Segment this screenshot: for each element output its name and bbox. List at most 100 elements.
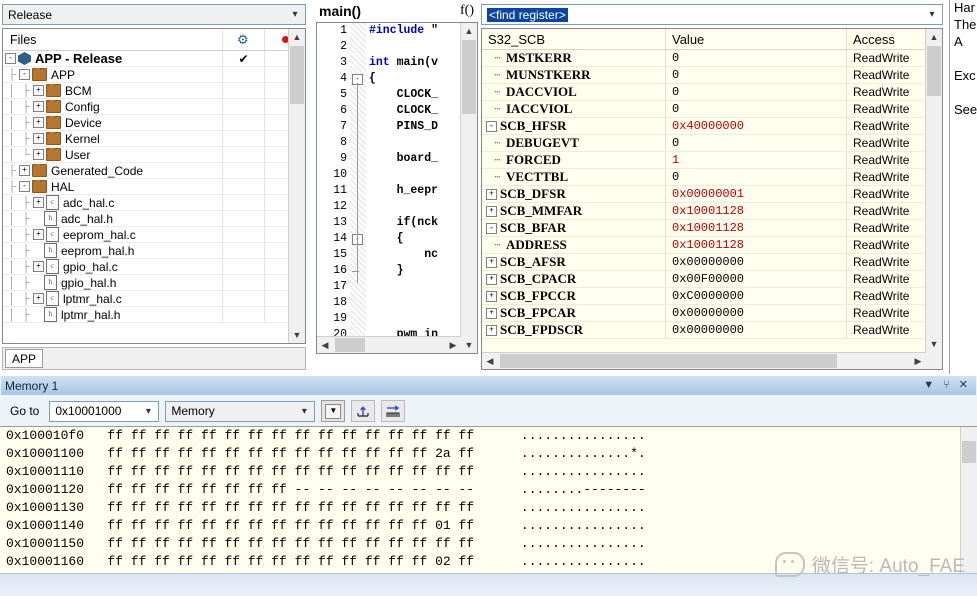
tree-item-build-cell[interactable] (222, 131, 264, 146)
register-row[interactable]: +SCB_AFSR0x00000000ReadWrite (482, 254, 942, 271)
memory-bytes[interactable]: ff ff ff ff ff ff ff ff ff ff ff ff ff f… (107, 500, 520, 515)
tree-item-eeprom-hal-c[interactable]: │├+ceeprom_hal.c (3, 227, 305, 243)
register-value-cell[interactable]: 0x40000000 (665, 118, 846, 134)
tree-item-build-cell[interactable] (222, 243, 264, 258)
register-find-input[interactable]: <find register> (487, 8, 924, 22)
code-line[interactable] (369, 135, 461, 151)
expand-toggle-icon[interactable]: + (486, 274, 497, 285)
expand-toggle-icon[interactable]: + (486, 308, 497, 319)
expand-toggle-icon[interactable]: + (486, 291, 497, 302)
tree-item-app[interactable]: ├-APP (3, 67, 305, 83)
expand-toggle-icon[interactable]: + (33, 229, 44, 240)
scroll-up-icon[interactable]: ▲ (926, 29, 942, 45)
register-value-cell[interactable]: 0 (665, 169, 846, 185)
register-value-cell[interactable]: 0x00000000 (665, 322, 846, 338)
goto-address-value[interactable]: 0x10001000 (55, 404, 140, 418)
code-line[interactable] (369, 167, 461, 183)
tree-item-kernel[interactable]: │├+Kernel (3, 131, 305, 147)
register-value-cell[interactable]: 0x10001128 (665, 203, 846, 219)
collapse-toggle-icon[interactable]: - (5, 53, 16, 64)
source-code-text[interactable]: #include "int main(v{ CLOCK_ CLOCK_ PINS… (369, 23, 461, 353)
register-value-cell[interactable]: 0 (665, 84, 846, 100)
set-value-icon[interactable] (351, 400, 375, 422)
tree-item-gpio-hal-h[interactable]: │├hgpio_hal.h (3, 275, 305, 291)
memory-row[interactable]: 0x10001120 ff ff ff ff ff ff ff ff -- --… (0, 481, 977, 499)
tree-item-build-cell[interactable] (222, 147, 264, 162)
memory-hex-view[interactable]: 0x100010f0 ff ff ff ff ff ff ff ff ff ff… (0, 426, 977, 575)
tree-item-gpio-hal-c[interactable]: │├+cgpio_hal.c (3, 259, 305, 275)
memory-row[interactable]: 0x10001160 ff ff ff ff ff ff ff ff ff ff… (0, 553, 977, 571)
tree-item-device[interactable]: │├+Device (3, 115, 305, 131)
tree-item-adc-hal-c[interactable]: │├+cadc_hal.c (3, 195, 305, 211)
memory-bytes[interactable]: ff ff ff ff ff ff ff ff -- -- -- -- -- -… (107, 482, 520, 497)
code-line[interactable] (369, 39, 461, 55)
code-line[interactable] (369, 199, 461, 215)
fill-icon[interactable] (381, 400, 405, 422)
memory-bytes[interactable]: ff ff ff ff ff ff ff ff ff ff ff ff ff f… (107, 536, 520, 551)
memory-bytes[interactable]: ff ff ff ff ff ff ff ff ff ff ff ff ff f… (107, 428, 520, 443)
tree-item-eeprom-hal-h[interactable]: │├heeprom_hal.h (3, 243, 305, 259)
register-find-combo[interactable]: <find register> ▾ (481, 4, 943, 25)
code-line[interactable]: h_eepr (369, 183, 461, 199)
register-row[interactable]: ···ADDRESS0x10001128ReadWrite (482, 237, 942, 254)
editor-vertical-scrollbar[interactable]: ▲ ▼ (460, 23, 477, 353)
tree-item-build-cell[interactable] (222, 83, 264, 98)
collapse-toggle-icon[interactable]: - (486, 121, 497, 132)
expand-toggle-icon[interactable]: + (486, 325, 497, 336)
tree-item-adc-hal-h[interactable]: │├hadc_hal.h (3, 211, 305, 227)
expand-toggle-icon[interactable]: + (33, 149, 44, 160)
register-row[interactable]: +SCB_CPACR0x00F00000ReadWrite (482, 271, 942, 288)
register-value-cell[interactable]: 0x00000001 (665, 186, 846, 202)
editor-text-area[interactable]: 1234567891011121314151617181920 -- #incl… (316, 22, 478, 354)
tree-item-build-cell[interactable] (222, 115, 264, 130)
register-row[interactable]: +SCB_MMFAR0x10001128ReadWrite (482, 203, 942, 220)
pin-icon[interactable]: ⑂ (943, 380, 950, 391)
collapse-toggle-icon[interactable]: - (19, 181, 30, 192)
tree-item-build-cell[interactable] (222, 291, 264, 306)
tree-item-build-cell[interactable] (222, 67, 264, 82)
build-configuration-combo[interactable]: Release ▾ (2, 4, 306, 25)
code-line[interactable] (369, 279, 461, 295)
expand-toggle-icon[interactable]: + (33, 197, 44, 208)
scroll-thumb[interactable] (335, 338, 365, 352)
expand-toggle-icon[interactable]: + (486, 189, 497, 200)
register-row[interactable]: +SCB_FPCAR0x00000000ReadWrite (482, 305, 942, 322)
scroll-thumb[interactable] (962, 441, 976, 463)
code-line[interactable]: int main(v (369, 55, 461, 71)
register-value-cell[interactable]: 1 (665, 152, 846, 168)
code-line[interactable]: CLOCK_ (369, 87, 461, 103)
register-row[interactable]: ···VECTTBL0ReadWrite (482, 169, 942, 186)
code-line[interactable]: { (369, 71, 461, 87)
chevron-down-icon[interactable]: ▾ (140, 406, 156, 417)
tree-item-build-cell[interactable] (222, 307, 264, 322)
tree-item-lptmr-hal-c[interactable]: │├+clptmr_hal.c (3, 291, 305, 307)
register-row[interactable]: ···MSTKERR0ReadWrite (482, 50, 942, 67)
register-row[interactable]: ···DACCVIOL0ReadWrite (482, 84, 942, 101)
registers-vertical-scrollbar[interactable]: ▲ ▼ (925, 29, 942, 369)
register-value-cell[interactable]: 0x00000000 (665, 254, 846, 270)
register-value-cell[interactable]: 0x00000000 (665, 305, 846, 321)
register-value-cell[interactable]: 0 (665, 135, 846, 151)
tree-item-build-cell[interactable] (222, 227, 264, 242)
expand-toggle-icon[interactable]: + (33, 261, 44, 272)
chevron-down-icon[interactable]: ▾ (296, 406, 312, 417)
scroll-thumb[interactable] (927, 46, 941, 96)
scroll-down-icon[interactable]: ▼ (289, 327, 305, 343)
tree-item-hal[interactable]: ├-HAL (3, 179, 305, 195)
register-row[interactable]: +SCB_FPCCR0xC0000000ReadWrite (482, 288, 942, 305)
expand-toggle-icon[interactable]: + (33, 133, 44, 144)
register-row[interactable]: +SCB_DFSR0x00000001ReadWrite (482, 186, 942, 203)
scroll-down-icon[interactable]: ▼ (926, 336, 942, 352)
scroll-right-icon[interactable]: ▶ (910, 353, 926, 369)
scroll-up-icon[interactable]: ▲ (461, 23, 477, 39)
memory-row[interactable]: 0x10001110 ff ff ff ff ff ff ff ff ff ff… (0, 463, 977, 481)
code-line[interactable]: } (369, 263, 461, 279)
scroll-down-icon[interactable]: ▼ (461, 337, 477, 353)
memory-bytes[interactable]: ff ff ff ff ff ff ff ff ff ff ff ff ff f… (107, 464, 520, 479)
tree-item-build-cell[interactable] (222, 163, 264, 178)
tree-item-config[interactable]: │├+Config (3, 99, 305, 115)
memory-row[interactable]: 0x10001140 ff ff ff ff ff ff ff ff ff ff… (0, 517, 977, 535)
memory-options-dropdown-button[interactable]: ▼ (321, 400, 345, 422)
code-line[interactable]: board_ (369, 151, 461, 167)
registers-horizontal-scrollbar[interactable]: ◀ ▶ (482, 352, 926, 369)
